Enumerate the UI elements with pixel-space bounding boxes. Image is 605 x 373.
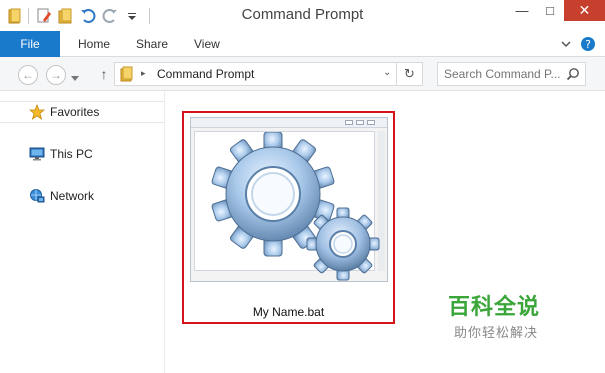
breadcrumb-separator[interactable]: ▸	[141, 68, 146, 79]
recent-locations-icon[interactable]	[71, 71, 79, 85]
watermark-subtitle: 助你轻松解决	[454, 326, 539, 341]
sidebar-item-label: Network	[50, 189, 95, 203]
sidebar-item-label: This PC	[50, 147, 93, 161]
address-bar[interactable]: ▸ Command Prompt ⌄	[114, 62, 397, 86]
file-thumbnail	[190, 117, 388, 282]
network-icon	[28, 187, 46, 205]
thumbnail-maximize-icon	[356, 120, 364, 125]
ribbon-tabs: File Home Share View ?	[0, 31, 605, 57]
tab-file[interactable]: File	[0, 31, 60, 57]
svg-text:?: ?	[585, 38, 591, 51]
search-box[interactable]	[437, 62, 586, 86]
navigation-pane: Favorites This PC Network	[0, 91, 165, 373]
tab-home[interactable]: Home	[78, 31, 110, 57]
refresh-button[interactable]: ↻	[397, 62, 423, 86]
address-row: ← → ↑ ▸ Command Prompt ⌄ ↻	[0, 57, 605, 91]
tab-view[interactable]: View	[194, 31, 220, 57]
sidebar-item-this-pc[interactable]: This PC	[28, 144, 93, 164]
search-icon[interactable]	[566, 67, 580, 81]
help-icon[interactable]: ?	[580, 36, 596, 52]
thumbnail-titlebar	[191, 118, 387, 128]
address-dropdown-icon[interactable]: ⌄	[383, 67, 391, 78]
star-icon	[28, 103, 46, 121]
sidebar-item-network[interactable]: Network	[28, 186, 94, 206]
minimize-button[interactable]: —	[508, 0, 536, 21]
file-item[interactable]: My Name.bat	[182, 111, 395, 324]
expand-ribbon-icon[interactable]	[558, 36, 574, 52]
maximize-button[interactable]: □	[536, 0, 564, 21]
thumbnail-minimize-icon	[345, 120, 353, 125]
sidebar-item-label: Favorites	[50, 105, 100, 119]
thumbnail-close-icon	[367, 120, 375, 125]
back-button[interactable]: ←	[18, 65, 38, 85]
close-button[interactable]: ✕	[564, 0, 605, 21]
folder-icon	[120, 66, 134, 85]
file-name[interactable]: My Name.bat	[184, 305, 393, 319]
watermark-title: 百科全说	[448, 295, 541, 320]
file-list: My Name.bat	[166, 91, 605, 373]
tab-share[interactable]: Share	[136, 31, 168, 57]
search-input[interactable]	[444, 66, 562, 82]
up-button[interactable]: ↑	[96, 64, 112, 84]
title-bar: Command Prompt — □ ✕	[0, 0, 605, 31]
computer-icon	[28, 145, 46, 163]
sidebar-item-favorites[interactable]: Favorites	[0, 101, 164, 123]
forward-button[interactable]: →	[46, 65, 66, 85]
gears-icon	[211, 132, 380, 281]
breadcrumb-path[interactable]: Command Prompt	[157, 67, 254, 81]
